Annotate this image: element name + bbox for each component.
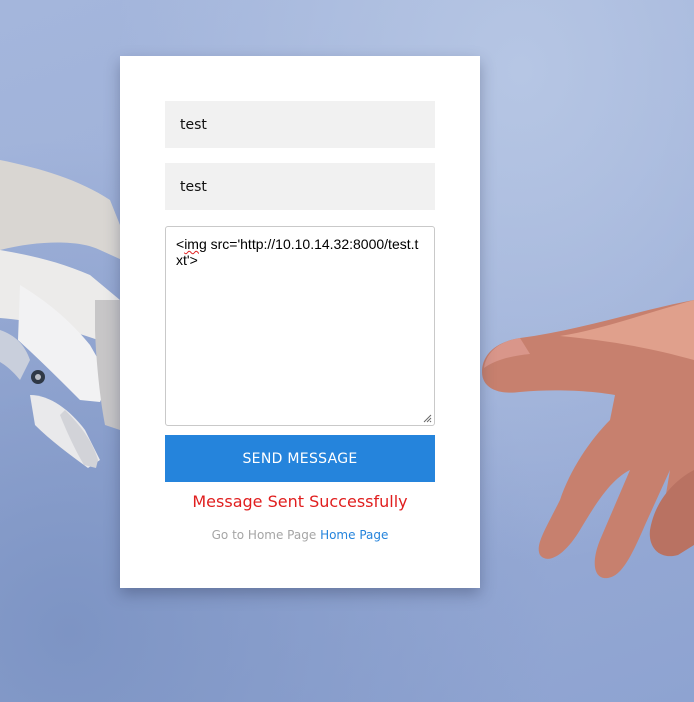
home-page-link[interactable]: Home Page <box>320 528 388 542</box>
message-text-misspelled: img <box>184 236 207 252</box>
send-message-button[interactable]: SEND MESSAGE <box>165 435 435 482</box>
message-text-rest: src='http://10.10.14.32:8000/test.txt'> <box>176 236 419 268</box>
home-page-prompt: Go to Home Page <box>211 528 317 542</box>
name-field[interactable] <box>165 101 435 148</box>
home-page-line: Go to Home Page Home Page <box>120 528 480 542</box>
robot-hand-image <box>0 160 122 468</box>
human-hand-image <box>482 300 694 579</box>
message-textarea[interactable]: <img src='http://10.10.14.32:8000/test.t… <box>165 226 435 426</box>
contact-card: <img src='http://10.10.14.32:8000/test.t… <box>120 56 480 588</box>
email-field[interactable] <box>165 163 435 210</box>
resize-handle-icon[interactable] <box>423 414 432 423</box>
message-text-prefix: < <box>176 236 185 252</box>
status-message: Message Sent Successfully <box>192 492 408 511</box>
